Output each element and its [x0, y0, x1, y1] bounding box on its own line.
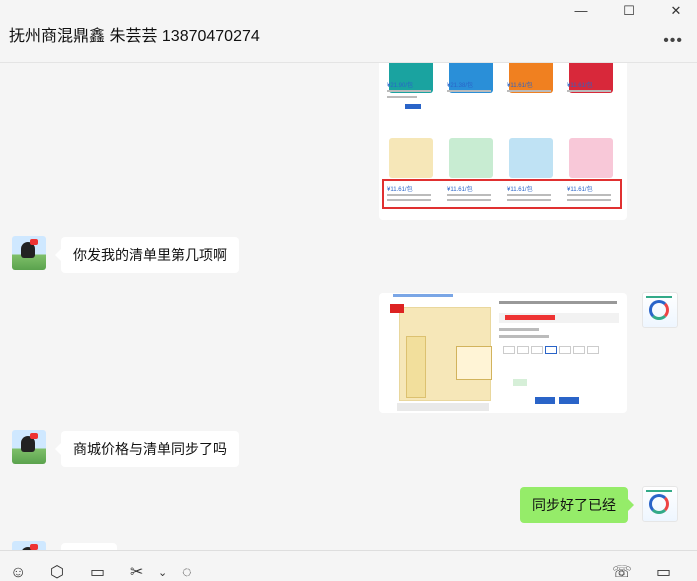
buy-button	[559, 397, 579, 404]
add-to-cart-button	[535, 397, 555, 404]
avatar-bow	[30, 433, 38, 439]
color-swatch	[513, 379, 527, 386]
maximize-icon[interactable]: ☐	[619, 4, 639, 18]
folder-icon[interactable]: ▭	[90, 565, 105, 581]
option-chip	[503, 346, 515, 354]
product-price: ¥21.38/包	[447, 83, 474, 89]
text-line	[387, 96, 417, 98]
option-chip	[517, 346, 529, 354]
avatar-ring	[649, 300, 669, 320]
avatar[interactable]	[12, 430, 46, 464]
package-label	[456, 346, 492, 380]
emoji-icon[interactable]: ☺	[10, 565, 26, 581]
self-avatar[interactable]	[642, 486, 678, 522]
message-bubble[interactable]: 商城价格与清单同步了吗	[55, 431, 239, 467]
option-chip	[559, 346, 571, 354]
input-toolbar: ☺ ⬡ ▭ ✂ ⌄ ◌ ☏ ▭	[0, 550, 697, 581]
chat-history-icon[interactable]: ◌	[182, 565, 192, 581]
option-chip	[573, 346, 585, 354]
self-avatar[interactable]	[642, 292, 678, 328]
text-line	[499, 328, 539, 331]
text-line	[447, 90, 491, 92]
text-line	[567, 90, 611, 92]
product-detail-image[interactable]	[379, 293, 627, 413]
avatar-ring	[649, 494, 669, 514]
message-bubble-sent[interactable]: 同步好了已经	[520, 487, 634, 523]
avatar-bar	[646, 296, 672, 298]
add-button	[405, 104, 421, 109]
chevron-down-icon[interactable]: ⌄	[158, 565, 167, 581]
title-bar: 抚州商混鼎鑫 朱芸芸 13870470274 — ☐ ✕ •••	[0, 0, 697, 63]
product-box	[449, 138, 493, 178]
option-chip	[587, 346, 599, 354]
highlight-box	[382, 179, 622, 209]
product-box	[569, 138, 613, 178]
video-call-icon[interactable]: ▭	[656, 565, 671, 581]
product-title-line	[499, 301, 617, 304]
price-bar	[499, 313, 619, 323]
price-text	[505, 315, 555, 320]
message-bubble-partial[interactable]	[61, 543, 117, 550]
product-box	[509, 138, 553, 178]
text-line	[499, 335, 549, 338]
chat-area[interactable]: ¥21.90/包 ¥21.38/包 ¥11.61/包 ¥11.61/包 ¥11.…	[0, 63, 697, 550]
text-line	[507, 90, 551, 92]
message-bubble[interactable]: 你发我的清单里第几项啊	[55, 237, 239, 273]
favorites-icon[interactable]: ⬡	[50, 565, 64, 581]
deli-logo-icon	[390, 304, 404, 313]
product-grid-image[interactable]: ¥21.90/包 ¥21.38/包 ¥11.61/包 ¥11.61/包 ¥11.…	[379, 63, 627, 220]
product-box	[389, 138, 433, 178]
product-price: ¥21.90/包	[387, 83, 414, 89]
product-price: ¥11.61/包	[507, 83, 533, 89]
text-line	[387, 90, 431, 92]
chat-title: 抚州商混鼎鑫 朱芸芸 13870470274	[9, 28, 260, 45]
avatar-bow	[30, 239, 38, 245]
avatar-bar	[646, 490, 672, 492]
paper-stack	[406, 336, 426, 398]
screenshot-icon[interactable]: ✂	[130, 565, 143, 581]
more-icon[interactable]: •••	[663, 32, 683, 50]
breadcrumb	[393, 294, 453, 297]
minimize-icon[interactable]: —	[571, 4, 591, 18]
product-photo	[399, 307, 492, 401]
option-chip	[531, 346, 543, 354]
option-chip	[545, 346, 557, 354]
product-price: ¥11.61/包	[567, 83, 593, 89]
thumbnail-strip	[397, 403, 489, 411]
avatar[interactable]	[12, 236, 46, 270]
avatar[interactable]	[12, 541, 46, 550]
close-icon[interactable]: ✕	[666, 4, 686, 18]
voice-call-icon[interactable]: ☏	[612, 565, 632, 581]
